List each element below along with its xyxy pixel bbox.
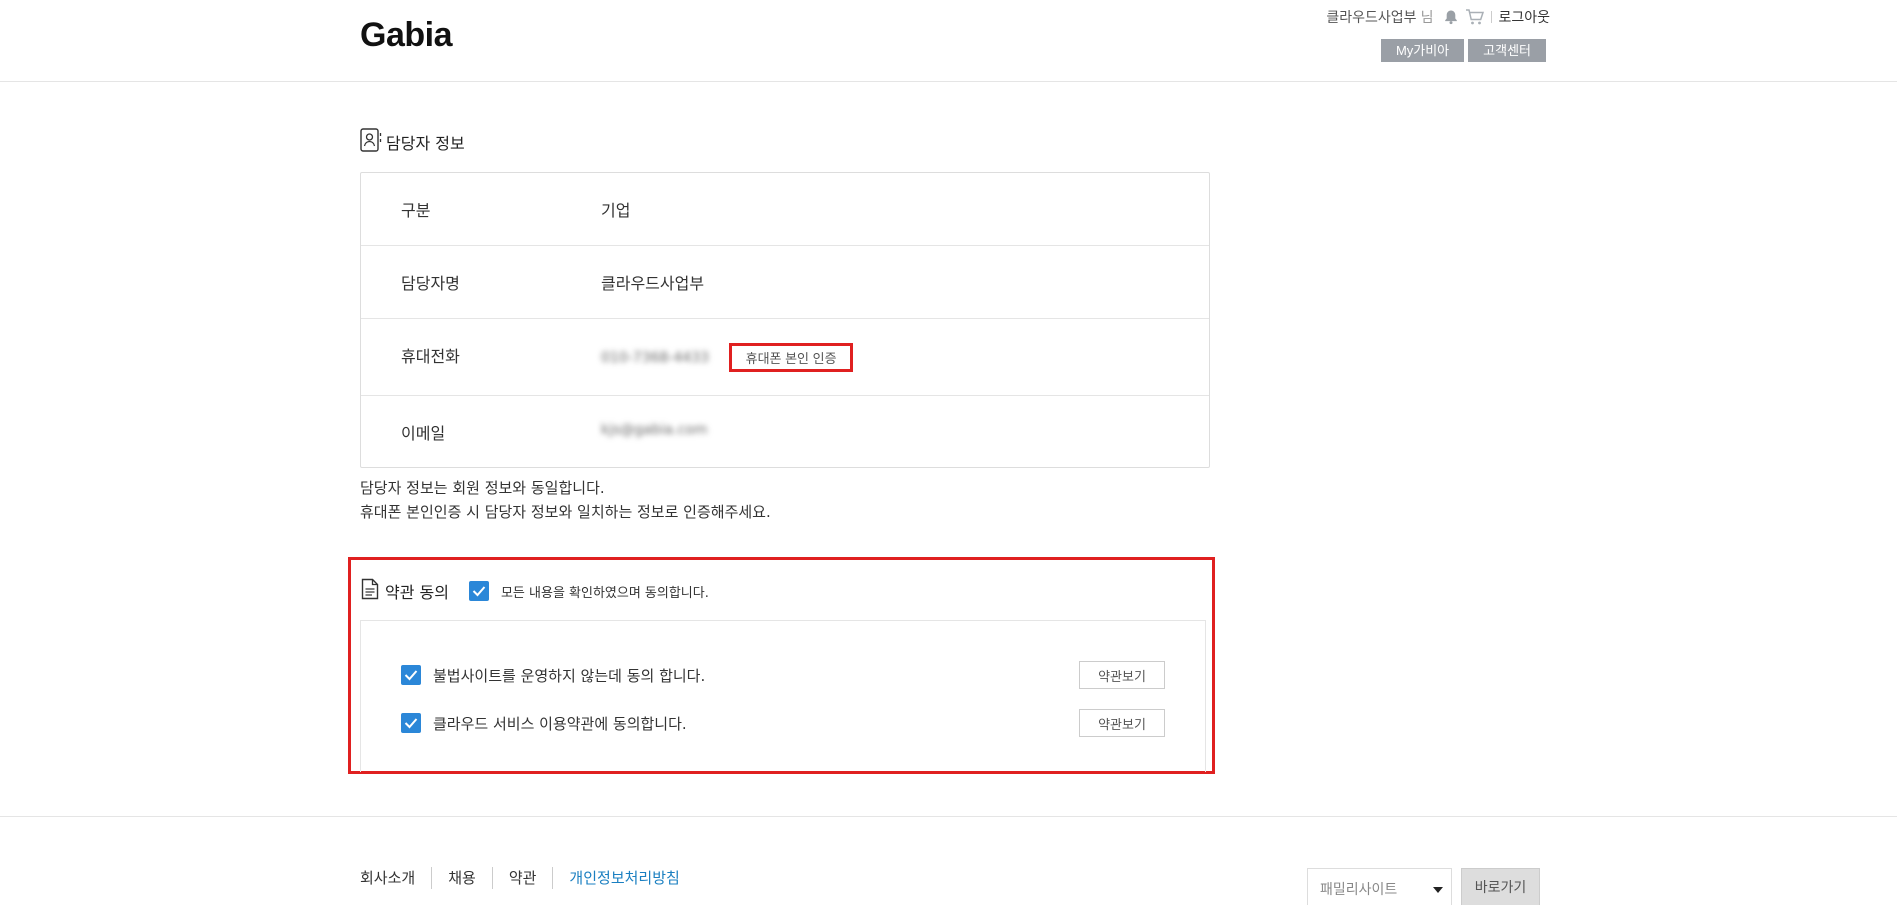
phone-value-group: 010-7368-4433 휴대폰 본인 인증	[601, 343, 854, 372]
document-icon	[361, 578, 379, 604]
checkbox-checked-icon[interactable]	[401, 713, 421, 733]
user-name: 클라우드사업부	[1326, 10, 1417, 26]
footer-links: 회사소개 채용 약관 개인정보처리방침	[360, 867, 696, 889]
logout-link[interactable]: 로그아웃	[1498, 7, 1550, 27]
footer-link-company[interactable]: 회사소개	[360, 867, 431, 889]
row-value-wrap: kjs@gabia.com	[601, 422, 707, 438]
table-row: 이메일 kjs@gabia.com	[361, 396, 1209, 467]
list-item: 클라우드 서비스 이용약관에 동의합니다. 약관보기	[401, 709, 1165, 737]
family-site-select[interactable]: 패밀리사이트	[1307, 868, 1452, 905]
contact-notice: 담당자 정보는 회원 정보와 동일합니다. 휴대폰 본인인증 시 담당자 정보와…	[360, 476, 771, 524]
terms-item-label: 불법사이트를 운영하지 않는데 동의 합니다.	[433, 666, 706, 685]
my-gabia-button[interactable]: My가비아	[1380, 39, 1465, 62]
agree-all-checkbox[interactable]: 모든 내용을 확인하였으며 동의합니다.	[468, 581, 709, 601]
terms-title-text: 약관 동의	[385, 583, 449, 602]
bell-icon[interactable]	[1443, 9, 1459, 25]
user-suffix: 님	[1420, 10, 1434, 26]
cart-icon[interactable]	[1465, 8, 1485, 26]
terms-item-label: 클라우드 서비스 이용약관에 동의합니다.	[433, 714, 687, 733]
footer-link-privacy[interactable]: 개인정보처리방침	[552, 867, 695, 889]
phone-verify-button[interactable]: 휴대폰 본인 인증	[729, 343, 854, 372]
contact-card-icon	[360, 128, 386, 156]
checkbox-checked-icon[interactable]	[468, 581, 489, 601]
agree-all-label: 모든 내용을 확인하였으며 동의합니다.	[500, 585, 709, 601]
list-item: 불법사이트를 운영하지 않는데 동의 합니다. 약관보기	[401, 661, 1165, 689]
footer-link-careers[interactable]: 채용	[431, 867, 492, 889]
user-util-bar: 클라우드사업부 님 로그아웃	[1326, 7, 1550, 27]
family-site-label: 패밀리사이트	[1320, 882, 1398, 898]
contact-section-title: 담당자 정보	[360, 128, 465, 156]
row-value: 기업	[601, 201, 631, 220]
customer-center-button[interactable]: 고객센터	[1468, 39, 1546, 62]
dropdown-caret-icon	[1433, 887, 1443, 893]
site-header: Gabia 클라우드사업부 님 로그아웃 My가비아 고객센터	[0, 0, 1897, 82]
row-label: 구분	[401, 201, 431, 220]
email-value: kjs@gabia.com	[601, 422, 708, 438]
view-terms-button[interactable]: 약관보기	[1079, 661, 1165, 689]
row-label: 이메일	[401, 424, 446, 443]
checkbox-checked-icon[interactable]	[401, 665, 421, 685]
row-label: 휴대전화	[401, 347, 460, 366]
footer-link-terms[interactable]: 약관	[491, 867, 553, 889]
table-row: 휴대전화 010-7368-4433 휴대폰 본인 인증	[361, 319, 1209, 396]
terms-agreement-box: 약관 동의 모든 내용을 확인하였으며 동의합니다. 불법사이트를 운영하지 않…	[348, 557, 1215, 774]
row-value: 클라우드사업부	[601, 274, 705, 293]
header-buttons: My가비아 고객센터	[1380, 39, 1546, 62]
gabia-logo[interactable]: Gabia	[360, 16, 452, 55]
table-row: 구분 기업	[361, 173, 1209, 246]
row-label: 담당자명	[401, 274, 460, 293]
divider	[1491, 11, 1493, 23]
table-row: 담당자명 클라우드사업부	[361, 246, 1209, 319]
go-button[interactable]: 바로가기	[1461, 868, 1540, 905]
site-footer: 회사소개 채용 약관 개인정보처리방침	[0, 816, 1897, 905]
terms-section-title: 약관 동의 모든 내용을 확인하였으며 동의합니다.	[361, 578, 709, 604]
contact-info-table: 구분 기업 담당자명 클라우드사업부 휴대전화 010-7368-4433 휴대…	[360, 172, 1210, 468]
phone-number: 010-7368-4433	[601, 349, 710, 366]
notice-line: 담당자 정보는 회원 정보와 동일합니다.	[360, 479, 605, 497]
terms-list: 불법사이트를 운영하지 않는데 동의 합니다. 약관보기 클라우드 서비스 이용…	[360, 620, 1206, 772]
section-title-text: 담당자 정보	[386, 134, 465, 153]
notice-line: 휴대폰 본인인증 시 담당자 정보와 일치하는 정보로 인증해주세요.	[360, 503, 771, 521]
view-terms-button[interactable]: 약관보기	[1079, 709, 1165, 737]
